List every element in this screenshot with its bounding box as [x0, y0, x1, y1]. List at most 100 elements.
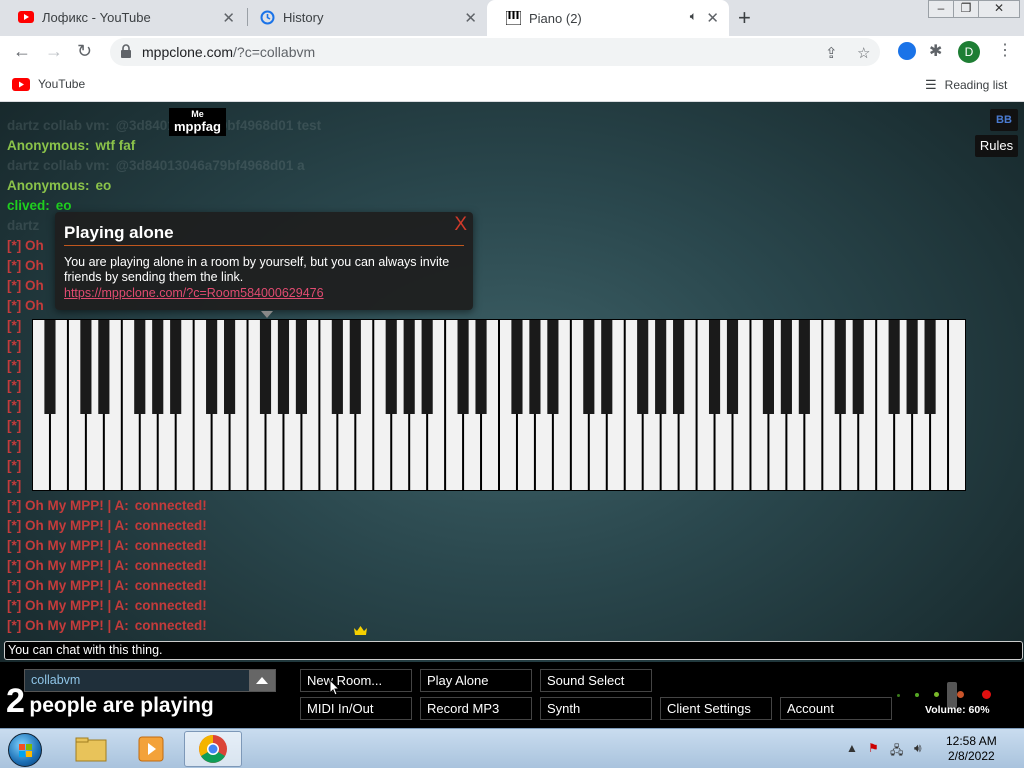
taskbar-explorer[interactable]	[62, 731, 120, 767]
lock-icon[interactable]	[120, 44, 132, 58]
black-key[interactable]	[170, 320, 182, 414]
black-key[interactable]	[583, 320, 595, 414]
reload-icon[interactable]: ↻	[77, 41, 92, 62]
chat-message: dartz collab vm: @3d84013046a79bf4968d01 …	[7, 158, 305, 173]
chat-nick: [*] Oh My MPP! | A:	[7, 538, 129, 553]
black-key[interactable]	[349, 320, 361, 414]
black-key[interactable]	[673, 320, 685, 414]
chevron-up-icon[interactable]	[249, 670, 275, 691]
account-button[interactable]: Account	[780, 697, 892, 720]
minimize-button[interactable]: –	[928, 0, 954, 18]
extension-play-icon[interactable]	[898, 42, 916, 60]
menu-icon[interactable]: ⋮	[997, 40, 1013, 60]
black-key[interactable]	[475, 320, 487, 414]
tab-history[interactable]: History ✕	[241, 0, 487, 34]
address-bar[interactable]: mppclone.com/?c=collabvm ⇪ ☆	[110, 38, 880, 66]
close-icon[interactable]: ✕	[464, 9, 477, 27]
black-key[interactable]	[547, 320, 559, 414]
black-key[interactable]	[834, 320, 846, 414]
black-key[interactable]	[206, 320, 218, 414]
tab-youtube[interactable]: Лофикс - YouTube ✕	[0, 0, 245, 34]
show-hidden-icons[interactable]: ▲	[846, 741, 858, 755]
black-key[interactable]	[152, 320, 164, 414]
black-key[interactable]	[224, 320, 236, 414]
chat-message: [*]	[7, 338, 27, 353]
black-key[interactable]	[924, 320, 936, 414]
notice-close-button[interactable]: X	[454, 214, 467, 236]
close-icon[interactable]: ✕	[222, 9, 235, 27]
chat-text: connected!	[134, 518, 207, 533]
black-key[interactable]	[277, 320, 290, 414]
clock[interactable]: 12:58 AM 2/8/2022	[946, 734, 997, 764]
taskbar-chrome[interactable]	[184, 731, 242, 767]
star-icon[interactable]: ☆	[857, 44, 870, 62]
black-key[interactable]	[134, 320, 146, 414]
taskbar-media-player[interactable]	[122, 731, 180, 767]
chat-text: eo	[95, 178, 112, 193]
black-key[interactable]	[906, 320, 918, 414]
window-close-button[interactable]: ✕	[978, 0, 1020, 18]
white-key[interactable]	[949, 320, 965, 490]
black-key[interactable]	[708, 320, 721, 414]
url-text: mppclone.com/?c=collabvm	[142, 44, 315, 60]
black-key[interactable]	[601, 320, 613, 414]
black-key[interactable]	[98, 320, 110, 414]
chat-nick: [*]	[7, 438, 22, 453]
black-key[interactable]	[798, 320, 810, 414]
piano-keys[interactable]	[32, 319, 966, 491]
action-center-icon[interactable]: ⚑	[868, 741, 879, 755]
synth-button[interactable]: Synth	[540, 697, 652, 720]
tab-piano[interactable]: Piano (2) 🔈︎ ✕	[487, 0, 729, 36]
black-key[interactable]	[888, 320, 900, 414]
forward-arrow-icon[interactable]: →	[45, 41, 63, 62]
profile-avatar[interactable]: D	[958, 41, 980, 63]
maximize-button[interactable]: ❐	[953, 0, 979, 18]
play-alone-button[interactable]: Play Alone	[420, 669, 532, 692]
black-key[interactable]	[655, 320, 667, 414]
black-key[interactable]	[457, 320, 469, 414]
url-path: /?c=collabvm	[233, 44, 316, 60]
chat-message: [*] Oh	[7, 238, 50, 253]
black-key[interactable]	[511, 320, 523, 414]
black-key[interactable]	[331, 320, 343, 414]
volume-icon[interactable]: 🔊︎	[914, 741, 922, 756]
black-key[interactable]	[780, 320, 792, 414]
close-icon[interactable]: ✕	[706, 9, 719, 27]
black-key[interactable]	[529, 320, 541, 414]
piano-keyboard[interactable]	[32, 319, 966, 491]
black-key[interactable]	[44, 320, 56, 414]
reading-list-button[interactable]: ☰ Reading list	[925, 77, 1007, 93]
bookmark-youtube[interactable]: YouTube	[12, 77, 85, 91]
client-settings-button[interactable]: Client Settings	[660, 697, 772, 720]
black-key[interactable]	[852, 320, 864, 414]
share-icon[interactable]: ⇪	[825, 44, 838, 62]
new-tab-button[interactable]: +	[738, 5, 751, 31]
sound-select-button[interactable]: Sound Select	[540, 669, 652, 692]
bb-button[interactable]: BB	[990, 109, 1018, 131]
speaker-icon[interactable]: 🔈︎	[690, 9, 697, 24]
room-invite-link[interactable]: https://mppclone.com/?c=Room584000629476	[64, 286, 324, 300]
black-key[interactable]	[259, 320, 272, 414]
black-key[interactable]	[421, 320, 433, 414]
youtube-icon	[12, 77, 30, 91]
extensions-puzzle-icon[interactable]: ✱	[929, 41, 942, 61]
black-key[interactable]	[295, 320, 307, 414]
volume-meter-dot	[915, 693, 919, 697]
back-arrow-icon[interactable]: ←	[13, 41, 31, 62]
midi-button[interactable]: MIDI In/Out	[300, 697, 412, 720]
black-key[interactable]	[403, 320, 415, 414]
black-key[interactable]	[80, 320, 92, 414]
black-key[interactable]	[385, 320, 397, 414]
black-key[interactable]	[637, 320, 649, 414]
new-room-button[interactable]: New Room...	[300, 669, 412, 692]
piano-icon	[505, 10, 521, 26]
network-icon[interactable]: 🖧︎	[890, 741, 903, 762]
start-button[interactable]	[8, 733, 42, 767]
chat-input[interactable]: You can chat with this thing.	[4, 641, 1023, 660]
black-key[interactable]	[762, 320, 774, 414]
record-mp3-button[interactable]: Record MP3	[420, 697, 532, 720]
me-label: Me	[191, 109, 204, 119]
rules-button[interactable]: Rules	[975, 135, 1018, 157]
history-icon	[259, 9, 275, 25]
black-key[interactable]	[726, 320, 739, 414]
